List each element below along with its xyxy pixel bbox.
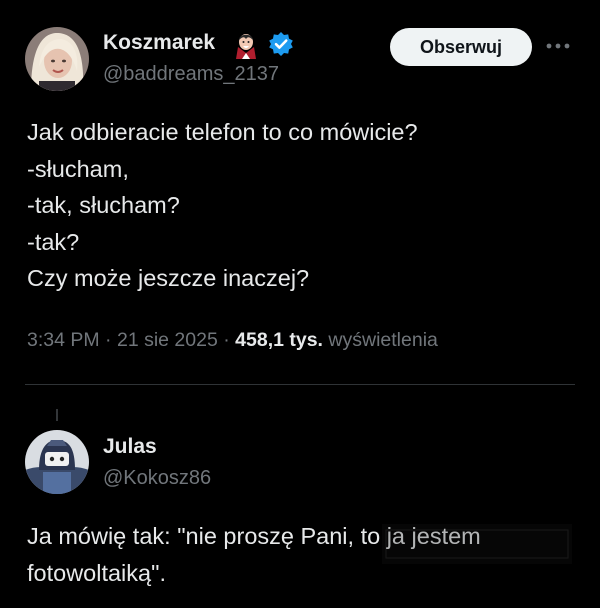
tweet-text-line: Czy może jeszcze inaczej? <box>27 265 310 291</box>
views-label: wyświetlenia <box>328 329 438 351</box>
more-icon[interactable] <box>544 36 572 56</box>
tweet-meta: 3:34 PM · 21 sie 2025 · 458,1 tys. wyświ… <box>27 329 438 352</box>
tweet-date[interactable]: 21 sie 2025 <box>117 329 218 351</box>
tweet-text-line: -słucham, <box>27 155 129 182</box>
author-display-name[interactable]: Koszmarek <box>103 31 215 55</box>
tweet-text-line: -tak? <box>27 228 80 255</box>
reply-display-name[interactable]: Julas <box>103 435 157 459</box>
meta-separator: · <box>105 329 112 351</box>
verified-badge-icon <box>268 31 294 57</box>
vampire-emoji-icon <box>232 31 260 59</box>
divider <box>25 384 575 385</box>
avatar-photo <box>25 430 89 494</box>
tweet-screenshot: Koszmarek @baddreams_2137 Obserwuj Jak o… <box>0 0 600 608</box>
avatar-photo <box>25 27 89 91</box>
tweet-time[interactable]: 3:34 PM <box>27 329 100 351</box>
author-handle[interactable]: @baddreams_2137 <box>103 63 279 86</box>
reply-author-avatar[interactable] <box>25 430 89 494</box>
meta-separator: · <box>223 329 230 351</box>
views-count[interactable]: 458,1 tys. <box>235 329 323 351</box>
watermark-logo <box>382 520 572 568</box>
tweet-text-line: Jak odbieracie telefon to co mówicie? <box>27 119 418 145</box>
tweet-text-line: -tak, słucham? <box>27 192 180 218</box>
tweet-text: Jak odbieracie telefon to co mówicie? -s… <box>27 114 577 297</box>
thread-connector <box>56 409 58 421</box>
follow-button[interactable]: Obserwuj <box>390 28 532 66</box>
author-avatar[interactable] <box>25 27 89 91</box>
reply-handle[interactable]: @Kokosz86 <box>103 467 211 490</box>
